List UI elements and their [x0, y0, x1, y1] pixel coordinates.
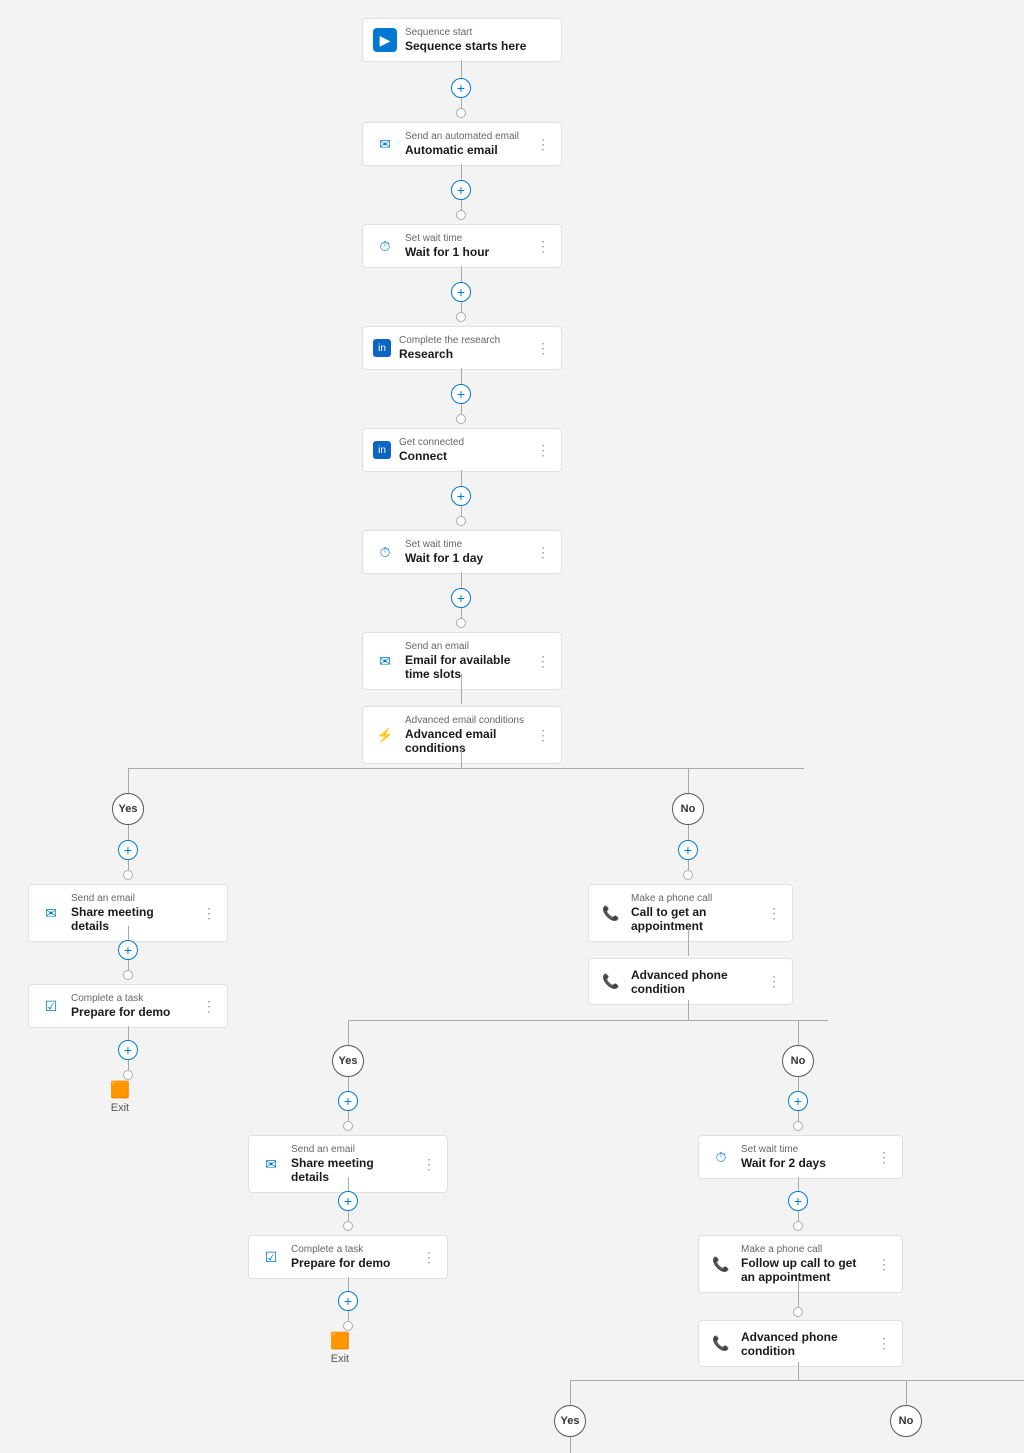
- linkedin-icon-4: in: [373, 441, 391, 459]
- add-btn-yes1[interactable]: +: [118, 840, 138, 860]
- condition-icon-7: ⚡: [373, 723, 397, 747]
- more-btn-n22[interactable]: ⋮: [876, 1256, 892, 1272]
- phone-icon-n22: 📞: [709, 1252, 733, 1276]
- email-icon-y1: ✉: [39, 901, 63, 925]
- branch-yes-3: Yes: [554, 1405, 586, 1437]
- node-no2-2[interactable]: 📞 Make a phone call Follow up call to ge…: [698, 1235, 903, 1293]
- add-btn-yes1-exit[interactable]: +: [118, 1040, 138, 1060]
- task-icon-y12: ☑: [39, 994, 63, 1018]
- more-btn-6[interactable]: ⋮: [535, 653, 551, 669]
- add-btn-4[interactable]: +: [451, 384, 471, 404]
- email-icon-y21: ✉: [259, 1152, 283, 1176]
- branch-no-3: No: [890, 1405, 922, 1437]
- phone-icon-n11: 📞: [599, 901, 623, 925]
- branch-no-1: No: [672, 793, 704, 825]
- clock-icon-2: ⏱: [373, 234, 397, 258]
- node-5[interactable]: ⏱ Set wait time Wait for 1 day ⋮: [362, 530, 562, 574]
- more-btn-y11[interactable]: ⋮: [201, 905, 217, 921]
- more-btn-y22[interactable]: ⋮: [421, 1249, 437, 1265]
- phone-icon-n12: 📞: [599, 970, 623, 994]
- branch-no-2: No: [782, 1045, 814, 1077]
- more-btn-y21[interactable]: ⋮: [421, 1156, 437, 1172]
- node-no1-1[interactable]: 📞 Make a phone call Call to get an appoi…: [588, 884, 793, 942]
- add-btn-5[interactable]: +: [451, 486, 471, 506]
- more-btn-n11[interactable]: ⋮: [766, 905, 782, 921]
- add-btn-yes2-2[interactable]: +: [338, 1191, 358, 1211]
- more-btn-y12[interactable]: ⋮: [201, 998, 217, 1014]
- more-btn-n12[interactable]: ⋮: [766, 974, 782, 990]
- node-4[interactable]: in Get connected Connect ⋮: [362, 428, 562, 472]
- branch-yes-1: Yes: [112, 793, 144, 825]
- node-1[interactable]: ✉ Send an automated email Automatic emai…: [362, 122, 562, 166]
- exit-icon-yes2: 🟧: [330, 1331, 350, 1351]
- node-6[interactable]: ✉ Send an email Email for available time…: [362, 632, 562, 690]
- add-btn-no2[interactable]: +: [788, 1091, 808, 1111]
- node-start[interactable]: ▶ Sequence start Sequence starts here: [362, 18, 562, 62]
- more-btn-4[interactable]: ⋮: [535, 442, 551, 458]
- node-no2-3[interactable]: 📞 Advanced phone condition ⋮: [698, 1320, 903, 1367]
- add-btn-yes1-2[interactable]: +: [118, 940, 138, 960]
- linkedin-icon-3: in: [373, 339, 391, 357]
- task-icon-y22: ☑: [259, 1245, 283, 1269]
- add-btn-no1[interactable]: +: [678, 840, 698, 860]
- more-btn-7[interactable]: ⋮: [535, 727, 551, 743]
- add-btn-1[interactable]: +: [451, 78, 471, 98]
- email-icon-1: ✉: [373, 132, 397, 156]
- add-btn-yes2-exit[interactable]: +: [338, 1291, 358, 1311]
- add-btn-2[interactable]: +: [451, 180, 471, 200]
- node-yes2-2[interactable]: ☑ Complete a task Prepare for demo ⋮: [248, 1235, 448, 1279]
- exit-icon-yes1: 🟧: [110, 1080, 130, 1100]
- node-start-text: Sequence start Sequence starts here: [405, 27, 551, 53]
- more-btn-3[interactable]: ⋮: [535, 340, 551, 356]
- exit-yes1: 🟧 Exit: [110, 1080, 130, 1114]
- node-no1-2[interactable]: 📞 Advanced phone condition ⋮: [588, 958, 793, 1005]
- branch-yes-2: Yes: [332, 1045, 364, 1077]
- add-btn-6[interactable]: +: [451, 588, 471, 608]
- add-btn-no2-2[interactable]: +: [788, 1191, 808, 1211]
- exit-yes2: 🟧 Exit: [330, 1331, 350, 1365]
- more-btn-1[interactable]: ⋮: [535, 136, 551, 152]
- clock-icon-n21: ⏱: [709, 1145, 733, 1169]
- phone-icon-n23: 📞: [709, 1332, 733, 1356]
- email-icon-6: ✉: [373, 649, 397, 673]
- more-btn-2[interactable]: ⋮: [535, 238, 551, 254]
- node-no2-1[interactable]: ⏱ Set wait time Wait for 2 days ⋮: [698, 1135, 903, 1179]
- add-btn-yes2[interactable]: +: [338, 1091, 358, 1111]
- more-btn-n21[interactable]: ⋮: [876, 1149, 892, 1165]
- node-2[interactable]: ⏱ Set wait time Wait for 1 hour ⋮: [362, 224, 562, 268]
- start-icon: ▶: [373, 28, 397, 52]
- flow-canvas: ▶ Sequence start Sequence starts here + …: [0, 0, 1024, 1439]
- clock-icon-5: ⏱: [373, 540, 397, 564]
- add-btn-3[interactable]: +: [451, 282, 471, 302]
- node-7[interactable]: ⚡ Advanced email conditions Advanced ema…: [362, 706, 562, 764]
- more-btn-n23[interactable]: ⋮: [876, 1336, 892, 1352]
- node-yes1-2[interactable]: ☑ Complete a task Prepare for demo ⋮: [28, 984, 228, 1028]
- node-3[interactable]: in Complete the research Research ⋮: [362, 326, 562, 370]
- more-btn-5[interactable]: ⋮: [535, 544, 551, 560]
